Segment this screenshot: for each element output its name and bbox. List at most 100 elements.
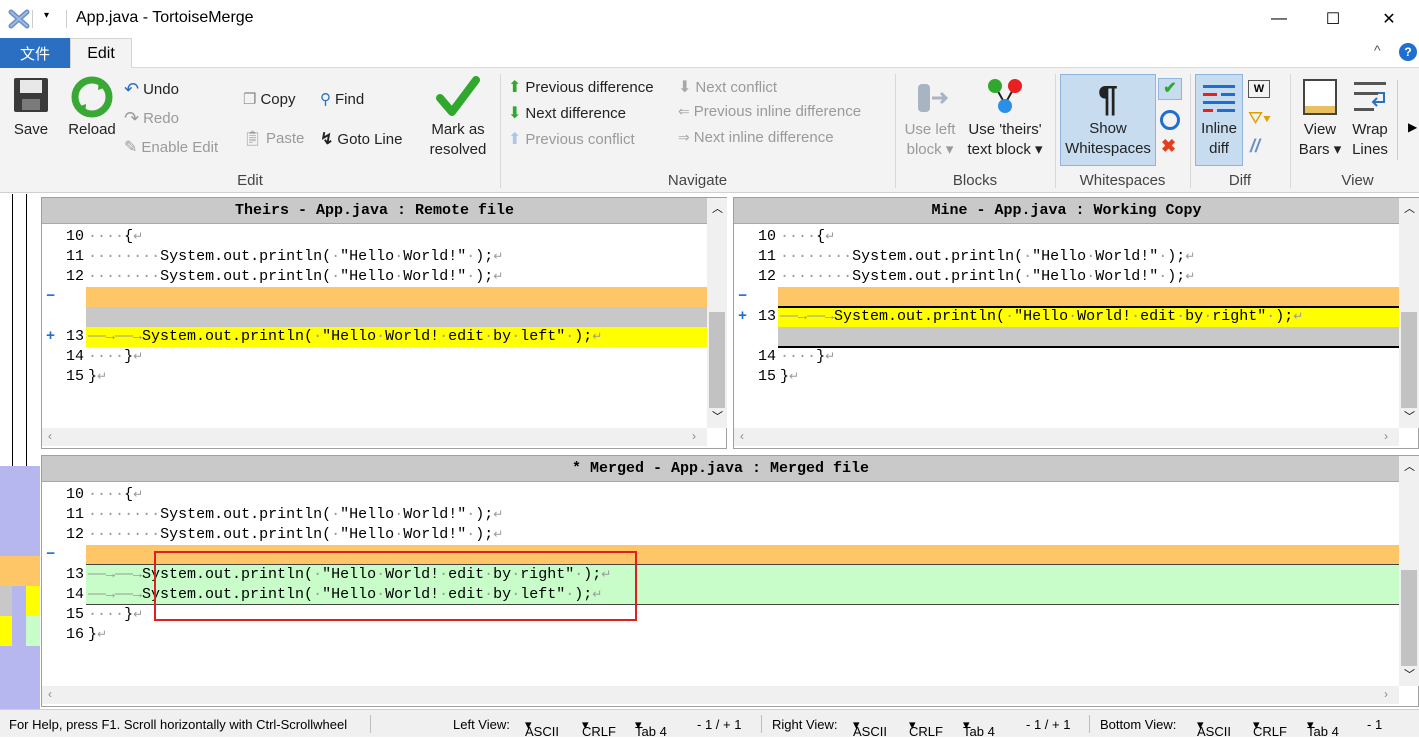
merged-horizontal-scrollbar[interactable]: ‹ › (42, 686, 1399, 704)
use-theirs-icon (988, 79, 1022, 113)
tab-file[interactable]: 文件 (0, 38, 70, 68)
location-bar[interactable] (0, 194, 40, 709)
scroll-down-icon[interactable]: ﹀ (1404, 666, 1415, 682)
scroll-thumb[interactable] (1401, 312, 1417, 408)
theirs-pane[interactable]: Theirs - App.java : Remote file 10 ····{↵… (41, 197, 727, 449)
tortoisemerge-app-icon[interactable] (8, 8, 30, 30)
code-line[interactable]: 12 ········System.out.println(·"Hello·Wor… (42, 525, 1399, 545)
reload-button[interactable]: Reload (64, 76, 120, 140)
code-line[interactable]: 11 ········System.out.println(·"Hello·Wor… (42, 505, 1399, 525)
next-inline-difference-button[interactable]: ⇒ Next inline difference (678, 129, 834, 146)
theirs-horizontal-scrollbar[interactable]: ‹ › (42, 428, 707, 446)
copy-button[interactable]: ❐ Copy (243, 90, 295, 109)
minimize-button[interactable]: — (1256, 0, 1302, 38)
code-line[interactable]: 15}↵ (734, 367, 1399, 387)
ignore-eol-check-icon[interactable]: ✔ (1158, 78, 1182, 100)
merged-pane[interactable]: * Merged - App.java : Merged file 10 ····… (41, 455, 1419, 707)
scroll-left-icon[interactable]: ‹ (740, 429, 744, 443)
quick-access-dropdown-icon[interactable]: ▾ (44, 10, 49, 21)
left-view-eol[interactable]: CRLF ▾ (582, 717, 616, 739)
code-line[interactable]: 12 ········System.out.println(·"Hello·Wor… (734, 267, 1399, 287)
bottom-view-tab[interactable]: Tab 4 ▾ (1307, 717, 1339, 739)
view-bars-icon (1303, 79, 1337, 115)
enable-edit-button[interactable]: ✎ Enable Edit (124, 137, 218, 157)
code-line[interactable]: 11 ········System.out.println(·"Hello·Wor… (734, 247, 1399, 267)
line-gutter (42, 307, 86, 327)
maximize-button[interactable]: ☐ (1310, 0, 1356, 38)
code-line[interactable]: 10 ····{↵ (734, 227, 1399, 247)
right-view-tab[interactable]: Tab 4 ▾ (963, 717, 995, 739)
scroll-up-icon[interactable]: ︿ (1404, 200, 1415, 216)
mark-resolved-button[interactable]: Mark as resolved (420, 74, 496, 160)
code-line[interactable]: 10 ····{↵ (42, 485, 1399, 505)
code-line[interactable]: 15}↵ (42, 367, 707, 387)
bottom-view-eol[interactable]: CRLF ▾ (1253, 717, 1287, 739)
scroll-down-icon[interactable]: ﹀ (1404, 408, 1415, 424)
reload-icon (71, 76, 113, 118)
left-view-encoding[interactable]: ASCII ▾ (525, 717, 559, 739)
scroll-right-icon[interactable]: › (692, 429, 696, 443)
bottom-view-encoding[interactable]: ASCII ▾ (1197, 717, 1231, 739)
use-theirs-block-button[interactable]: Use 'theirs' text block ▾ (962, 76, 1048, 160)
mine-vertical-scrollbar[interactable]: ︿ ﹀ (1399, 198, 1419, 428)
scroll-thumb[interactable] (1401, 570, 1417, 666)
scroll-up-icon[interactable]: ︿ (1404, 458, 1415, 474)
line-text: }↵ (88, 368, 108, 385)
right-view-eol[interactable]: CRLF ▾ (909, 717, 943, 739)
ribbon-scroll-right-icon[interactable]: ▶ (1408, 120, 1417, 134)
code-line[interactable]: − (42, 287, 707, 307)
find-button[interactable]: ⚲ Find (320, 90, 364, 109)
code-line[interactable]: 14 ····}↵ (42, 347, 707, 367)
mine-horizontal-scrollbar[interactable]: ‹ › (734, 428, 1399, 446)
scroll-right-icon[interactable]: › (1384, 429, 1388, 443)
wrap-lines-button[interactable]: Wrap Lines (1346, 76, 1394, 160)
code-line[interactable]: +13 ——→——→System.out.println(·"Hello·Worl… (42, 327, 707, 347)
previous-difference-button[interactable]: ⬆ Previous difference (508, 77, 654, 97)
save-button[interactable]: Save (6, 76, 56, 140)
code-line[interactable]: − (734, 287, 1399, 307)
word-diff-icon[interactable]: W (1248, 80, 1270, 98)
ignore-line-endings-icon[interactable]: // (1250, 136, 1260, 157)
redo-button[interactable]: ↷ Redo (124, 108, 179, 129)
goto-line-button[interactable]: ↯ Goto Line (320, 129, 402, 149)
scroll-right-icon[interactable]: › (1384, 687, 1388, 701)
use-left-block-button[interactable]: Use left block ▾ (900, 78, 960, 160)
scroll-left-icon[interactable]: ‹ (48, 429, 52, 443)
tab-edit[interactable]: Edit (70, 38, 132, 69)
code-line[interactable]: 11 ········System.out.println(·"Hello·Wor… (42, 247, 707, 267)
undo-button[interactable]: ↶ Undo (124, 79, 179, 100)
code-line[interactable]: 10 ····{↵ (42, 227, 707, 247)
show-whitespaces-button[interactable]: ¶ Show Whitespaces (1060, 74, 1156, 166)
code-line[interactable]: 14 ····}↵ (734, 347, 1399, 367)
scroll-thumb[interactable] (709, 312, 725, 408)
edit-group-label: Edit (237, 172, 263, 189)
merged-vertical-scrollbar[interactable]: ︿ ﹀ (1399, 456, 1419, 686)
filter-icon[interactable]: ⛛▾ (1248, 108, 1271, 129)
theirs-vertical-scrollbar[interactable]: ︿ ﹀ (707, 198, 727, 428)
scroll-left-icon[interactable]: ‹ (48, 687, 52, 701)
separator (32, 10, 33, 28)
next-conflict-button[interactable]: ⬇ Next conflict (678, 77, 777, 97)
scroll-down-icon[interactable]: ﹀ (712, 408, 723, 424)
ignore-case-circle-icon[interactable] (1160, 110, 1180, 130)
inline-diff-button[interactable]: Inline diff (1195, 74, 1243, 166)
view-bars-button[interactable]: View Bars ▾ (1294, 76, 1346, 160)
help-icon[interactable]: ? (1399, 43, 1417, 61)
ignore-whitespace-x-icon[interactable]: ✖ (1161, 136, 1176, 157)
next-difference-button[interactable]: ⬇ Next difference (508, 103, 626, 123)
code-line[interactable]: 12 ········System.out.println(·"Hello·Wor… (42, 267, 707, 287)
close-button[interactable]: ✕ (1366, 0, 1412, 38)
previous-conflict-button[interactable]: ⬆ Previous conflict (508, 129, 635, 149)
scroll-up-icon[interactable]: ︿ (712, 200, 723, 216)
code-line[interactable] (42, 307, 707, 327)
previous-inline-difference-button[interactable]: ⇐ Previous inline difference (678, 103, 861, 120)
pilcrow-icon: ¶ (1097, 78, 1119, 119)
code-line[interactable]: 16}↵ (42, 625, 1399, 645)
collapse-ribbon-icon[interactable]: ^ (1374, 42, 1381, 58)
left-view-tab[interactable]: Tab 4 ▾ (635, 717, 667, 739)
mine-pane[interactable]: Mine - App.java : Working Copy 10 ····{↵ 1… (733, 197, 1419, 449)
paste-button[interactable]: 📋︎ Paste (243, 129, 304, 148)
code-line[interactable] (734, 327, 1399, 347)
right-view-encoding[interactable]: ASCII ▾ (853, 717, 887, 739)
code-line[interactable]: +13 ——→——→System.out.println(·"Hello·Worl… (734, 307, 1399, 327)
